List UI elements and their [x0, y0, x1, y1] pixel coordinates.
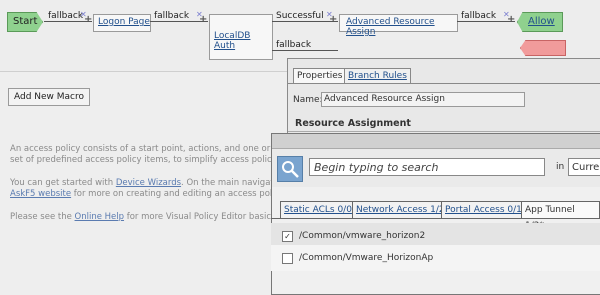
askf5-link[interactable]: AskF5 website [10, 189, 71, 199]
start-label: Start [13, 16, 38, 27]
resource-label: /Common/Vmware_HorizonAp [299, 253, 434, 263]
localdb-auth-node[interactable]: LocalDB Auth [209, 14, 273, 60]
description-text: for more on creating and editing an acce… [71, 189, 286, 199]
description-text: for more Visual Policy Editor basics. [124, 212, 279, 222]
tab-static-acls[interactable]: Static ACLs 0/0 [280, 201, 356, 219]
tab-portal-access[interactable]: Portal Access 0/1 [441, 201, 526, 219]
search-scope-select[interactable]: Curren [568, 158, 600, 176]
connector [272, 50, 338, 51]
list-item[interactable]: /Common/Vmware_HorizonAp [271, 245, 600, 271]
branch-label: fallback [276, 40, 312, 50]
popup-titlebar[interactable] [272, 134, 600, 149]
search-header: Begin typing to search in Curren [272, 149, 600, 187]
add-item-icon[interactable]: + [329, 14, 337, 25]
online-help-link[interactable]: Online Help [75, 212, 125, 222]
add-item-icon[interactable]: + [199, 14, 207, 25]
branch-rules-link[interactable]: Branch Rules [348, 71, 407, 81]
device-wizards-link[interactable]: Device Wizards [116, 178, 181, 188]
description-text: You can get started with [10, 178, 116, 188]
name-field[interactable]: Advanced Resource Assign [321, 92, 525, 107]
tab-network-access[interactable]: Network Access 1/2 [352, 201, 449, 219]
description-line: set of predefined access policy items, t… [10, 155, 298, 165]
search-input[interactable]: Begin typing to search [309, 158, 545, 176]
description-line: Please see the Online Help for more Visu… [10, 212, 278, 222]
advanced-resource-assign-node[interactable]: Advanced Resource Assign [339, 14, 458, 37]
start-node[interactable]: Start [7, 12, 43, 32]
description-line: You can get started with Device Wizards.… [10, 178, 295, 188]
logon-page-link[interactable]: Logon Page [98, 17, 150, 27]
tab-app-tunnel[interactable]: App Tunnel 1/2* [521, 201, 600, 231]
divider [0, 71, 287, 72]
description-line: AskF5 website for more on creating and e… [10, 189, 286, 199]
localdb-auth-link[interactable]: LocalDB Auth [214, 31, 272, 51]
description-text: Please see the [10, 212, 75, 222]
branch-label: Successful [276, 11, 324, 21]
portal-access-link[interactable]: Portal Access 0/1 [445, 205, 522, 215]
name-label: Name: [293, 95, 323, 105]
deny-node[interactable] [520, 40, 566, 56]
description-line: An access policy consists of a start poi… [10, 144, 295, 154]
checkbox-checked[interactable]: ✓ [282, 231, 293, 242]
logon-page-node[interactable]: Logon Page [93, 14, 151, 32]
add-new-macro-button[interactable]: Add New Macro [8, 88, 91, 106]
add-item-icon[interactable]: + [507, 14, 515, 25]
tab-divider [271, 218, 600, 219]
tab-divider [288, 83, 600, 84]
checkbox[interactable] [282, 253, 293, 264]
branch-label: fallback [461, 11, 497, 21]
in-label: in [556, 162, 565, 172]
allow-link[interactable]: Allow [528, 16, 555, 27]
add-item-icon[interactable]: + [84, 14, 92, 25]
advanced-resource-assign-link[interactable]: Advanced Resource Assign [346, 17, 457, 37]
section-title: Resource Assignment [295, 118, 411, 129]
section-divider [288, 131, 600, 132]
tab-branch-rules[interactable]: Branch Rules [344, 68, 411, 84]
search-icon[interactable] [277, 156, 303, 182]
tab-properties[interactable]: Properties [293, 68, 347, 84]
network-access-link[interactable]: Network Access 1/2 [356, 205, 445, 215]
allow-node[interactable]: Allow [517, 12, 563, 32]
branch-label: fallback [48, 11, 84, 21]
branch-label: fallback [154, 11, 190, 21]
static-acls-link[interactable]: Static ACLs 0/0 [284, 205, 352, 215]
